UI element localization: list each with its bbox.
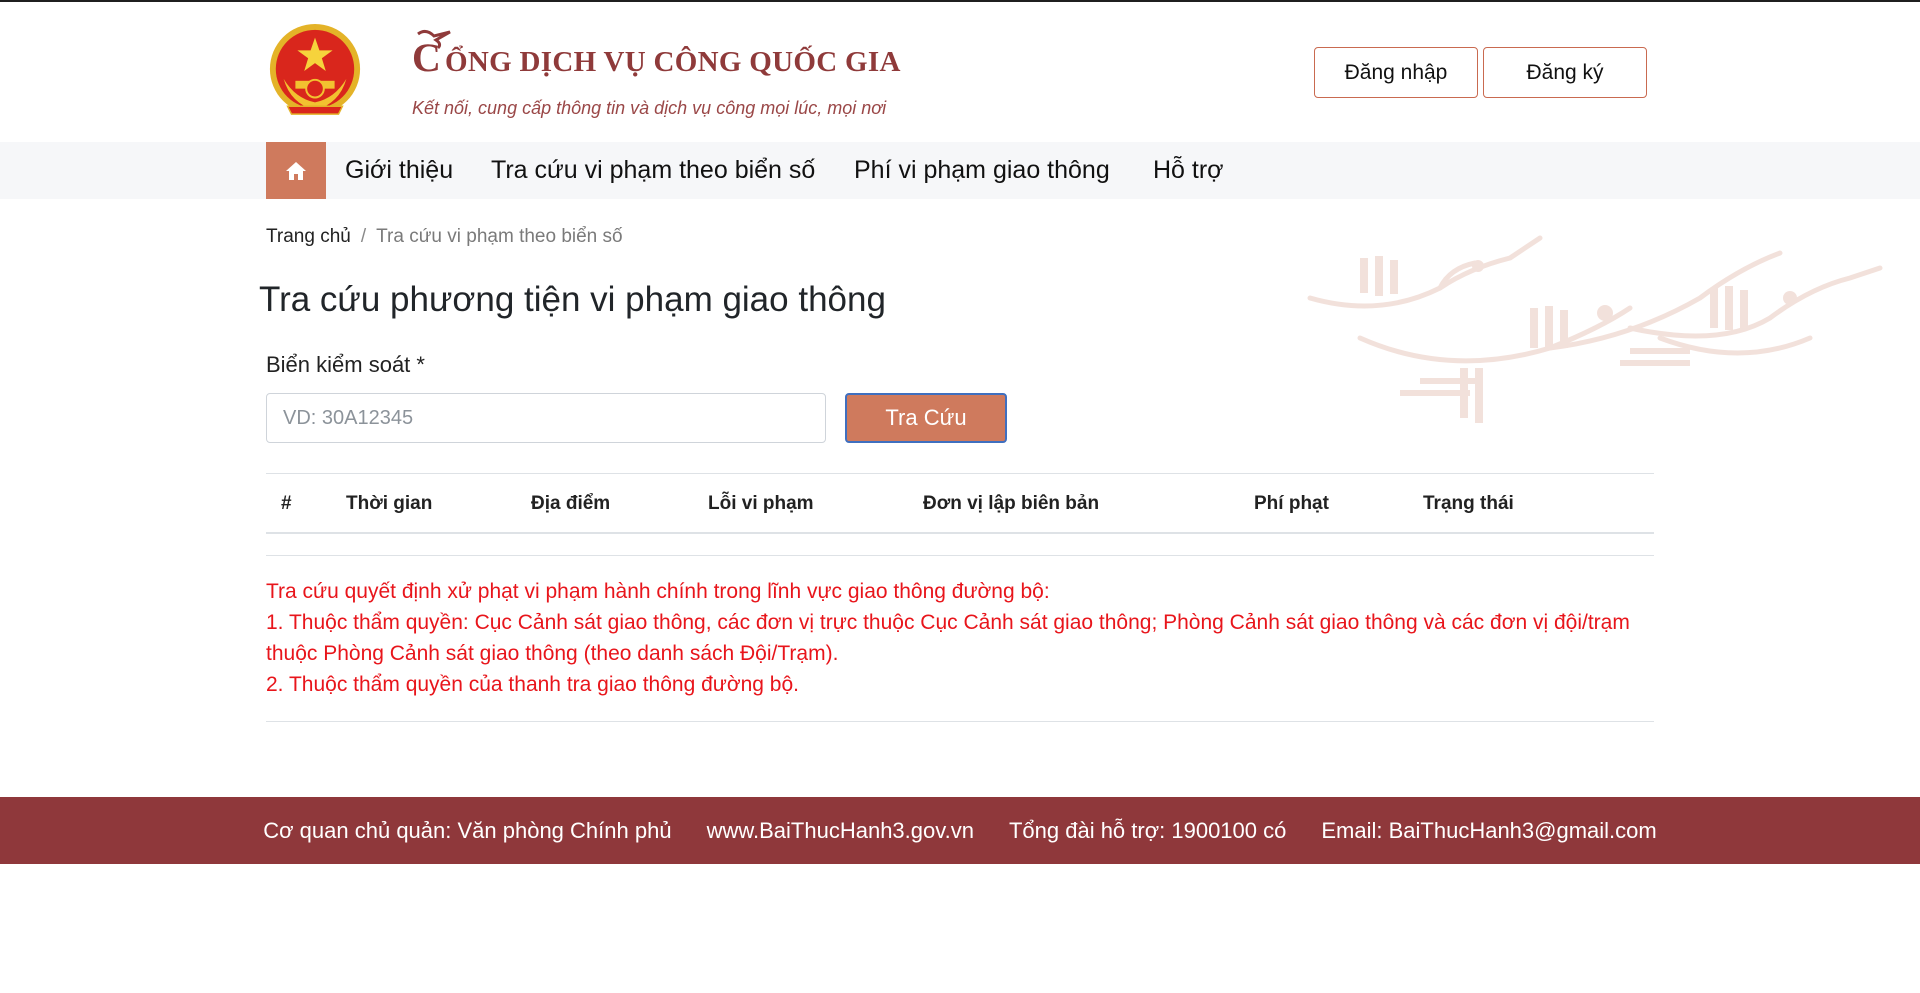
breadcrumb-home-link[interactable]: Trang chủ bbox=[266, 226, 351, 248]
lac-bird-decoration bbox=[1307, 235, 1883, 423]
table-divider bbox=[266, 555, 1654, 556]
site-title: C ỔNG DỊCH VỤ CÔNG QUỐC GIA bbox=[412, 35, 901, 80]
login-button[interactable]: Đăng nhập bbox=[1314, 47, 1478, 98]
notice-line: 1. Thuộc thẩm quyền: Cục Cảnh sát giao t… bbox=[266, 611, 1630, 665]
footer-hotline: Tổng đài hỗ trợ: 1900100 có bbox=[1008, 817, 1287, 843]
column-header-location: Địa điểm bbox=[531, 492, 611, 514]
table-header: # Thời gian Địa điểm Lỗi vi phạm Đơn vị … bbox=[266, 473, 1654, 534]
main-nav: Giới thiệu Tra cứu vi phạm theo biển số … bbox=[0, 142, 1920, 199]
nav-home-button[interactable] bbox=[266, 142, 326, 199]
site-title-initial: C bbox=[412, 35, 442, 80]
notice-text: Tra cứu quyết định xử phạt vi phạm hành … bbox=[266, 576, 1656, 700]
column-header-fine: Phí phạt bbox=[1254, 492, 1329, 514]
national-emblem-icon[interactable] bbox=[266, 20, 364, 122]
breadcrumb-current: Tra cứu vi phạm theo biển số bbox=[376, 226, 623, 247]
column-header-index: # bbox=[281, 492, 292, 514]
column-header-time: Thời gian bbox=[346, 492, 433, 514]
notice-divider bbox=[266, 721, 1654, 722]
nav-item-phi-vi-pham[interactable]: Phí vi phạm giao thông bbox=[854, 142, 1110, 199]
search-button[interactable]: Tra Cứu bbox=[845, 393, 1007, 443]
site-slogan: Kết nối, cung cấp thông tin và dịch vụ c… bbox=[412, 98, 887, 118]
home-icon bbox=[286, 161, 306, 180]
breadcrumb-separator: / bbox=[360, 226, 367, 247]
nav-item-ho-tro[interactable]: Hỗ trợ bbox=[1153, 142, 1224, 199]
site-title-text: ỔNG DỊCH VỤ CÔNG QUỐC GIA bbox=[445, 46, 901, 78]
plate-field-label: Biển kiểm soát * bbox=[266, 352, 425, 377]
violations-table: # Thời gian Địa điểm Lỗi vi phạm Đơn vị … bbox=[266, 473, 1654, 534]
footer-email[interactable]: Email: BaiThucHanh3@gmail.com bbox=[1321, 818, 1656, 844]
plate-input[interactable] bbox=[266, 393, 826, 443]
breadcrumb: Trang chủ / Tra cứu vi phạm theo biển số bbox=[266, 226, 623, 248]
footer-website-link[interactable]: www.BaiThucHanh3.gov.vn bbox=[707, 818, 974, 844]
notice-line: 2. Thuộc thẩm quyền của thanh tra giao t… bbox=[266, 673, 799, 696]
footer-agency: Cơ quan chủ quản: Văn phòng Chính phủ bbox=[263, 817, 672, 843]
column-header-violation: Lỗi vi phạm bbox=[708, 492, 814, 514]
site-footer: Cơ quan chủ quản: Văn phòng Chính phủ ww… bbox=[0, 797, 1920, 864]
column-header-status: Trạng thái bbox=[1423, 492, 1514, 514]
nav-item-tra-cuu[interactable]: Tra cứu vi phạm theo biển số bbox=[491, 142, 815, 199]
site-header: C ỔNG DỊCH VỤ CÔNG QUỐC GIA Kết nối, cung… bbox=[0, 2, 1920, 142]
nav-item-gioi-thieu[interactable]: Giới thiệu bbox=[345, 142, 453, 199]
register-button[interactable]: Đăng ký bbox=[1483, 47, 1647, 98]
page-title: Tra cứu phương tiện vi phạm giao thông bbox=[259, 280, 886, 319]
notice-line: Tra cứu quyết định xử phạt vi phạm hành … bbox=[266, 580, 1050, 603]
column-header-issuing-unit: Đơn vị lập biên bản bbox=[923, 492, 1100, 514]
